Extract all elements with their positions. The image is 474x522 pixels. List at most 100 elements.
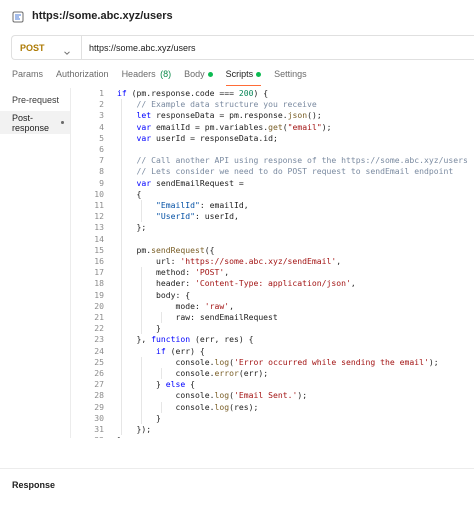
headers-count-badge: (8) xyxy=(160,69,172,79)
code-line[interactable]: 19 body: { xyxy=(72,290,474,301)
code-line[interactable]: 23 }, function (err, res) { xyxy=(72,334,474,345)
code-line[interactable]: 29 console.log(res); xyxy=(72,402,474,413)
line-number: 21 xyxy=(94,312,104,322)
code-line[interactable]: 4 var emailId = pm.variables.get("email"… xyxy=(72,122,474,133)
line-number: 17 xyxy=(94,267,104,278)
method-label: POST xyxy=(20,42,45,53)
code-line[interactable]: 12 "UserId": userId, xyxy=(72,211,474,222)
code-line[interactable]: 10 { xyxy=(72,189,474,200)
code-line[interactable]: 27 } else { xyxy=(72,379,474,390)
tab-headers[interactable]: Headers (8) xyxy=(122,64,172,84)
code-line[interactable]: 5 var userId = responseData.id; xyxy=(72,133,474,144)
code-text: method: 'POST', xyxy=(117,267,230,278)
line-number: 32 xyxy=(72,435,104,438)
line-number: 1 xyxy=(99,88,104,98)
scripts-status-dot xyxy=(256,71,262,77)
code-line[interactable]: 13 }; xyxy=(72,222,474,233)
code-line[interactable]: 15 pm.sendRequest({ xyxy=(72,245,474,256)
code-text: header: 'Content-Type: application/json'… xyxy=(117,278,356,289)
code-text: }; xyxy=(117,222,147,233)
code-line[interactable]: 1 if (pm.response.code === 200) { xyxy=(72,88,474,99)
tab-scripts[interactable]: Scripts xyxy=(225,64,262,86)
url-input[interactable] xyxy=(82,36,462,59)
code-line[interactable]: 11 "EmailId": emailId, xyxy=(72,200,474,211)
code-line[interactable]: 28 console.log('Email Sent.'); xyxy=(72,390,474,401)
line-number: 30 xyxy=(94,412,104,423)
code-text: console.log('Error occurred while sendin… xyxy=(117,356,439,367)
code-line[interactable]: 6 xyxy=(72,144,474,155)
code-text: raw: sendEmailRequest xyxy=(117,312,278,322)
code-text: console.log('Email Sent.'); xyxy=(117,390,308,401)
response-section-label: Response xyxy=(12,480,56,490)
code-text: }); xyxy=(117,424,152,434)
tab-settings[interactable]: Settings xyxy=(274,64,307,84)
code-text: // Example data structure you receive xyxy=(136,99,317,110)
url-bar: POST xyxy=(11,35,474,60)
line-number: 10 xyxy=(94,188,104,199)
code-text: } xyxy=(117,412,161,423)
code-line[interactable]: 9 var sendEmailRequest = xyxy=(72,178,474,189)
sidebar-item-post-response[interactable]: Post-response xyxy=(0,111,70,134)
code-line[interactable]: 7 // Call another API using response of … xyxy=(72,155,474,166)
code-text: let responseData = pm.response.json(); xyxy=(136,110,322,121)
line-number: 5 xyxy=(99,132,104,143)
line-number: 13 xyxy=(94,222,104,233)
code-text: } xyxy=(117,435,122,438)
code-text: // Lets consider we need to do POST requ… xyxy=(136,166,454,177)
request-title-bar: https://some.abc.xyz/users xyxy=(0,0,474,32)
code-line[interactable]: 14 xyxy=(72,234,474,245)
code-line[interactable]: 21 raw: sendEmailRequest xyxy=(72,312,474,323)
code-line[interactable]: 26 console.error(err); xyxy=(72,368,474,379)
code-text: var userId = responseData.id; xyxy=(136,132,278,143)
code-text: } xyxy=(117,323,161,334)
code-line[interactable]: 24 if (err) { xyxy=(72,346,474,357)
sidebar-item-pre-request[interactable]: Pre-request xyxy=(0,88,70,111)
tab-params[interactable]: Params xyxy=(12,64,43,84)
code-line[interactable]: 30 } xyxy=(72,413,474,424)
code-text: // Call another API using response of th… xyxy=(136,155,468,166)
code-text: var sendEmailRequest = xyxy=(136,177,244,188)
line-number: 3 xyxy=(99,110,104,121)
line-number: 29 xyxy=(94,401,104,412)
line-number: 6 xyxy=(99,144,104,154)
code-text: pm.sendRequest({ xyxy=(117,244,215,255)
code-text: url: 'https://some.abc.xyz/sendEmail', xyxy=(117,256,342,266)
code-line[interactable]: 18 header: 'Content-Type: application/js… xyxy=(72,278,474,289)
code-text: console.error(err); xyxy=(117,368,269,378)
code-line[interactable]: 22 } xyxy=(72,323,474,334)
tab-authorization[interactable]: Authorization xyxy=(56,64,109,84)
more-dot-icon xyxy=(61,121,64,124)
code-line[interactable]: 3 let responseData = pm.response.json(); xyxy=(72,110,474,121)
code-line[interactable]: 31 }); xyxy=(72,424,474,435)
code-line[interactable]: 32} xyxy=(72,435,474,438)
line-number: 31 xyxy=(94,424,104,434)
line-number: 9 xyxy=(99,177,104,188)
scripts-sidebar: Pre-request Post-response xyxy=(0,88,71,438)
line-number: 24 xyxy=(94,345,104,356)
code-line[interactable]: 2 // Example data structure you receive xyxy=(72,99,474,110)
line-number: 12 xyxy=(94,211,104,222)
code-text: if (err) { xyxy=(155,345,205,356)
code-line[interactable]: 16 url: 'https://some.abc.xyz/sendEmail'… xyxy=(72,256,474,267)
request-title[interactable]: https://some.abc.xyz/users xyxy=(32,10,173,22)
code-text: { xyxy=(117,188,142,199)
line-number: 7 xyxy=(99,155,104,166)
line-number: 27 xyxy=(94,379,104,390)
api-request-icon xyxy=(12,10,24,23)
code-line[interactable]: 17 method: 'POST', xyxy=(72,267,474,278)
request-tabs: Params Authorization Headers (8) Body Sc… xyxy=(0,64,474,86)
script-code-editor[interactable]: 1 if (pm.response.code === 200) {2 // Exa… xyxy=(72,88,474,438)
code-line[interactable]: 25 console.log('Error occurred while sen… xyxy=(72,357,474,368)
code-text: console.log(res); xyxy=(117,401,259,412)
code-text: mode: 'raw', xyxy=(117,300,234,311)
line-number: 11 xyxy=(94,200,104,210)
body-status-dot xyxy=(207,71,213,77)
code-text: "UserId": userId, xyxy=(155,211,239,222)
code-line[interactable]: 20 mode: 'raw', xyxy=(72,301,474,312)
tab-body[interactable]: Body xyxy=(184,64,213,84)
line-number: 2 xyxy=(99,99,104,110)
code-line[interactable]: 8 // Lets consider we need to do POST re… xyxy=(72,166,474,177)
code-text: body: { xyxy=(117,289,191,300)
method-select[interactable]: POST xyxy=(12,36,82,59)
line-number: 20 xyxy=(94,300,104,311)
